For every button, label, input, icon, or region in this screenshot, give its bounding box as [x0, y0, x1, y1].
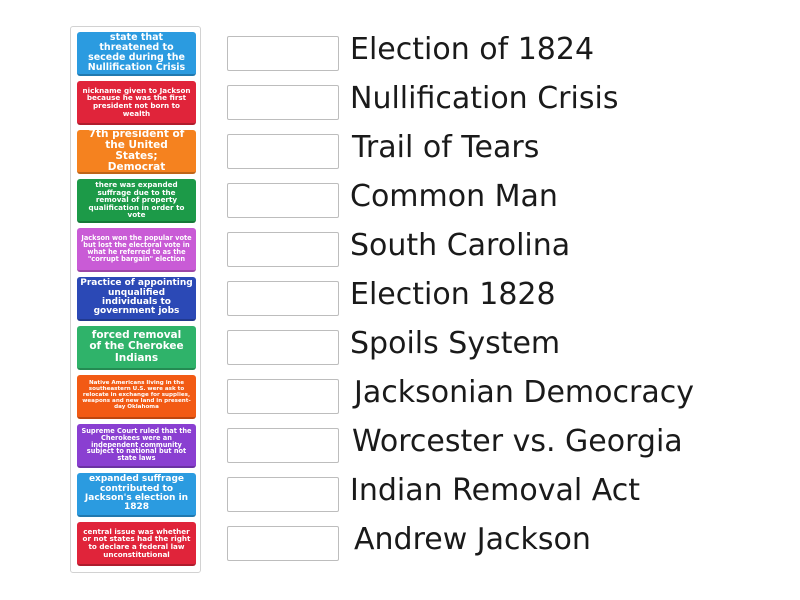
term-label: Indian Removal Act — [350, 473, 640, 508]
term-label: Worcester vs. Georgia — [352, 424, 683, 459]
answer-card[interactable]: state that threatened to secede during t… — [77, 32, 196, 76]
drop-slot[interactable] — [227, 428, 339, 463]
answer-card-text: expanded suffrage contributed to Jackson… — [84, 474, 189, 513]
answer-card[interactable]: Practice of appointing unqualified indiv… — [77, 277, 196, 321]
drop-slot[interactable] — [227, 330, 339, 365]
term-label: Spoils System — [350, 326, 561, 361]
answer-card-text: Supreme Court ruled that the Cherokees w… — [81, 426, 192, 463]
drop-slot[interactable] — [227, 85, 339, 120]
answer-card[interactable]: 7th president of the United States; Demo… — [77, 127, 196, 174]
answer-card-text: state that threatened to secede during t… — [87, 32, 186, 73]
term-label: Election 1828 — [350, 277, 556, 312]
answer-card[interactable]: there was expanded suffrage due to the r… — [77, 179, 196, 223]
answer-card-text: Practice of appointing unqualified indiv… — [80, 278, 193, 317]
answer-card-text: central issue was whether or not states … — [82, 526, 191, 559]
card-tray: state that threatened to secede during t… — [70, 26, 201, 573]
term-label: Nullification Crisis — [350, 81, 619, 116]
drop-slot[interactable] — [227, 477, 339, 512]
drop-slot[interactable] — [227, 183, 339, 218]
answer-card-text: forced removal of the Cherokee Indians — [89, 329, 184, 364]
drop-slot[interactable] — [227, 232, 339, 267]
answer-card-text: Jackson won the popular vote but lost th… — [81, 234, 192, 263]
term-label: Jacksonian Democracy — [354, 375, 694, 410]
term-label: Trail of Tears — [352, 130, 540, 165]
drop-slot[interactable] — [227, 526, 339, 561]
answer-card[interactable]: forced removal of the Cherokee Indians — [77, 326, 196, 370]
answer-card[interactable]: central issue was whether or not states … — [77, 522, 196, 566]
term-label: South Carolina — [350, 228, 571, 263]
answer-card[interactable]: Jackson won the popular vote but lost th… — [77, 228, 196, 272]
term-label: Election of 1824 — [350, 32, 595, 67]
answer-card-text: Native Americans living in the southeast… — [82, 380, 191, 410]
answer-card[interactable]: nickname given to Jackson because he was… — [77, 81, 196, 125]
answer-card[interactable]: Supreme Court ruled that the Cherokees w… — [77, 424, 196, 468]
answer-card-text: there was expanded suffrage due to the r… — [88, 180, 185, 220]
answer-card-text: 7th president of the United States; Demo… — [88, 127, 185, 174]
drop-slot[interactable] — [227, 281, 339, 316]
drop-slot[interactable] — [227, 379, 339, 414]
answer-card[interactable]: expanded suffrage contributed to Jackson… — [77, 473, 196, 517]
term-label: Andrew Jackson — [354, 522, 591, 557]
answer-card-text: nickname given to Jackson because he was… — [82, 85, 191, 118]
drop-slot[interactable] — [227, 36, 339, 71]
term-label: Common Man — [350, 179, 558, 214]
answer-card[interactable]: Native Americans living in the southeast… — [77, 375, 196, 419]
drop-slot[interactable] — [227, 134, 339, 169]
